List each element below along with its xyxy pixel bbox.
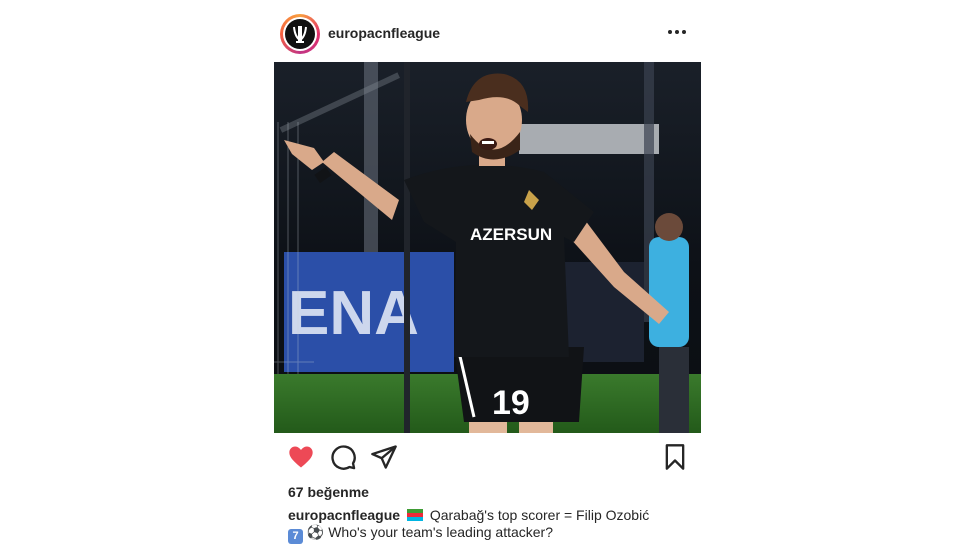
- board-text: ENA: [288, 279, 419, 348]
- bookmark-icon[interactable]: [661, 443, 689, 471]
- post-header: europacnfleague: [274, 12, 701, 56]
- post-username[interactable]: europacnfleague: [328, 25, 440, 41]
- post-actions: [274, 443, 701, 473]
- keycap-seven-icon: 7: [288, 529, 303, 544]
- heart-icon[interactable]: [287, 443, 315, 471]
- conference-league-logo-icon: [293, 26, 307, 43]
- shirt-number: 19: [492, 384, 530, 422]
- comment-icon[interactable]: [329, 443, 357, 471]
- likes-count[interactable]: 67 beğenme: [288, 484, 369, 500]
- send-icon[interactable]: [370, 443, 398, 471]
- more-options-icon[interactable]: [665, 20, 689, 44]
- avatar[interactable]: [280, 14, 320, 54]
- post-image[interactable]: ENA 19 AZERSUN: [274, 62, 701, 433]
- soccer-ball-icon: ⚽: [306, 524, 325, 540]
- azerbaijan-flag-icon: [406, 509, 423, 521]
- caption-text-line2: Who's your team's leading attacker?: [328, 524, 554, 540]
- jersey-sponsor: AZERSUN: [470, 225, 552, 244]
- post-caption: europacnfleague Qarabağ's top scorer = F…: [288, 507, 698, 544]
- caption-text-line1: Qarabağ's top scorer = Filip Ozobić: [429, 507, 650, 523]
- instagram-post: europacnfleague ENA 19 AZERSUN 67 beğenm…: [274, 0, 701, 544]
- caption-username[interactable]: europacnfleague: [288, 507, 400, 523]
